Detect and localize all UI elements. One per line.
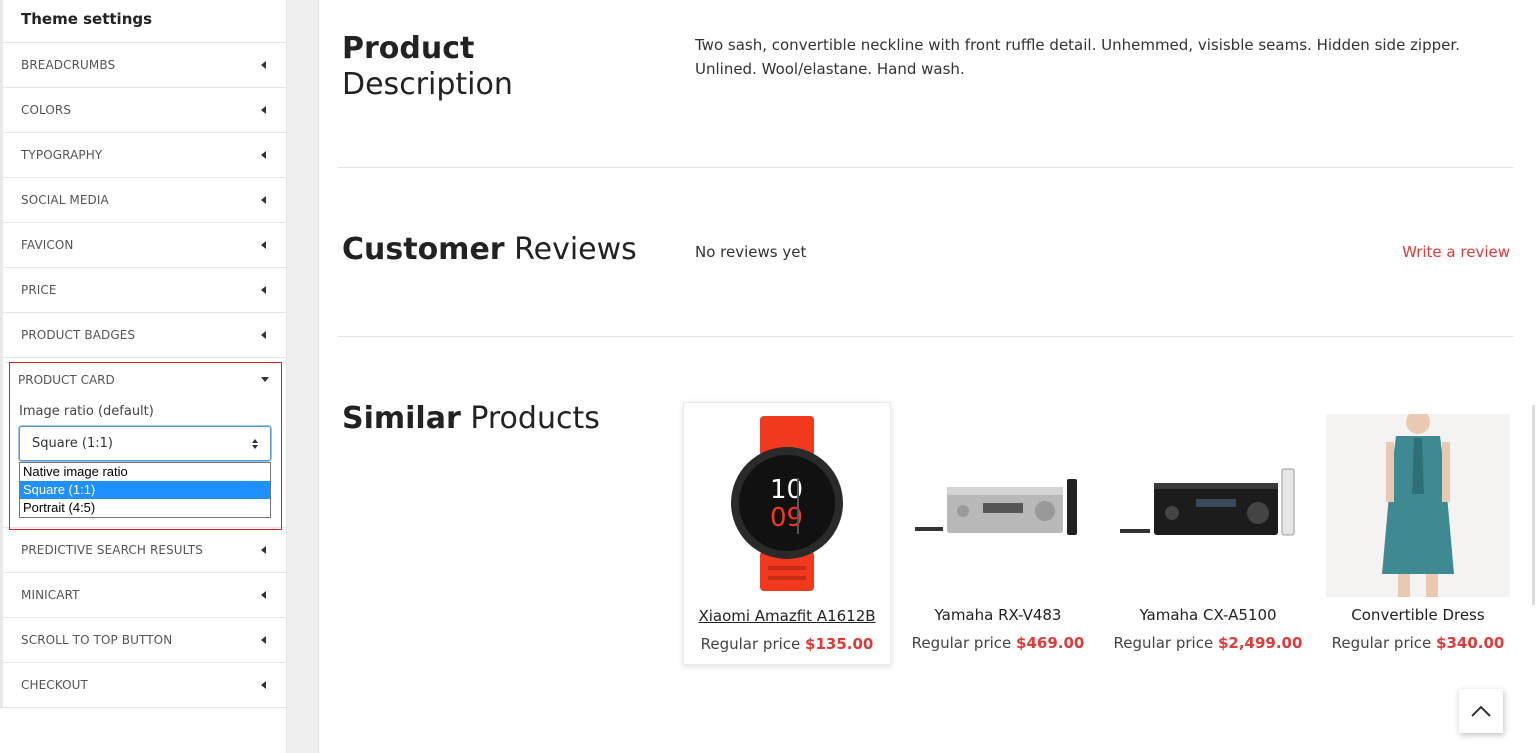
sidebar-item-label: MINICART bbox=[21, 588, 80, 602]
product-price: Regular price $469.00 bbox=[894, 634, 1102, 652]
dropdown-option-portrait[interactable]: Portrait (4:5) bbox=[20, 499, 270, 517]
dropdown-option-native[interactable]: Native image ratio bbox=[20, 463, 270, 481]
title-bold: Product bbox=[342, 31, 475, 66]
reviews-title: Customer Reviews bbox=[342, 232, 637, 268]
product-card-convertible-dress[interactable]: Convertible Dress Regular price $340.00 bbox=[1314, 402, 1522, 665]
sidebar-item-label: BREADCRUMBS bbox=[21, 58, 116, 72]
sidebar-item-label: SCROLL TO TOP BUTTON bbox=[21, 633, 173, 647]
image-ratio-dropdown: Native image ratio Square (1:1) Portrait… bbox=[19, 462, 271, 518]
product-name[interactable]: Yamaha CX-A5100 bbox=[1104, 606, 1312, 624]
select-value: Square (1:1) bbox=[32, 436, 113, 451]
no-reviews-text: No reviews yet bbox=[695, 243, 807, 261]
caret-left-icon bbox=[261, 286, 266, 294]
divider bbox=[338, 167, 1514, 168]
product-card-cx-a5100[interactable]: Yamaha CX-A5100 Regular price $2,499.00 bbox=[1104, 402, 1312, 665]
product-name[interactable]: Yamaha RX-V483 bbox=[894, 606, 1102, 624]
caret-left-icon bbox=[261, 331, 266, 339]
price-amount: $2,499.00 bbox=[1217, 634, 1303, 652]
price-amount: $135.00 bbox=[805, 635, 874, 653]
price-amount: $340.00 bbox=[1436, 634, 1505, 652]
sidebar-item-label: PRODUCT CARD bbox=[18, 372, 115, 387]
sidebar-item-favicon[interactable]: FAVICON bbox=[0, 223, 286, 268]
sidebar-item-minicart[interactable]: MINICART bbox=[0, 573, 286, 618]
product-description-text: Two sash, convertible neckline with fron… bbox=[695, 36, 1460, 78]
title-bold: Similar bbox=[342, 401, 461, 436]
sidebar-item-product-card[interactable]: PRODUCT CARD bbox=[3, 358, 286, 401]
similar-title: Similar Products bbox=[342, 401, 600, 437]
divider bbox=[338, 336, 1514, 337]
sidebar-item-typography[interactable]: TYPOGRAPHY bbox=[0, 133, 286, 178]
title-light: Description bbox=[342, 67, 513, 102]
caret-down-icon bbox=[261, 377, 269, 382]
caret-left-icon bbox=[261, 241, 266, 249]
caret-left-icon bbox=[261, 591, 266, 599]
sidebar-item-product-badges[interactable]: PRODUCT BADGES bbox=[0, 313, 286, 358]
smartwatch-image[interactable]: 10 09 bbox=[684, 413, 890, 593]
sidebar-item-label: PRODUCT BADGES bbox=[21, 328, 136, 342]
product-page-main: Product Description Two sash, convertibl… bbox=[320, 0, 1536, 753]
sidebar-item-label: TYPOGRAPHY bbox=[21, 148, 103, 162]
sidebar-item-predictive-search[interactable]: PREDICTIVE SEARCH RESULTS bbox=[0, 528, 286, 573]
sidebar-item-scroll-to-top[interactable]: SCROLL TO TOP BUTTON bbox=[0, 618, 286, 663]
product-price: Regular price $135.00 bbox=[684, 635, 890, 653]
write-review-link[interactable]: Write a review bbox=[1402, 243, 1510, 261]
caret-left-icon bbox=[261, 636, 266, 644]
dress-image[interactable] bbox=[1314, 414, 1522, 597]
av-preamp-image[interactable] bbox=[1104, 412, 1312, 592]
sidebar-item-label: SOCIAL MEDIA bbox=[21, 193, 109, 207]
product-name[interactable]: Convertible Dress bbox=[1314, 606, 1522, 624]
product-card-rx-v483[interactable]: Yamaha RX-V483 Regular price $469.00 bbox=[894, 402, 1102, 665]
sidebar-item-label: CHECKOUT bbox=[21, 678, 88, 692]
sidebar-item-social-media[interactable]: SOCIAL MEDIA bbox=[0, 178, 286, 223]
scroll-to-top-button[interactable] bbox=[1459, 689, 1503, 733]
description-title: Product Description bbox=[342, 31, 513, 103]
title-light: Reviews bbox=[514, 232, 637, 267]
av-receiver-image[interactable] bbox=[894, 412, 1102, 592]
sidebar-section-product-card: PRODUCT CARD Image ratio (default) Squar… bbox=[0, 358, 286, 530]
sidebar-gutter bbox=[287, 0, 319, 753]
sidebar-item-price[interactable]: PRICE bbox=[0, 268, 286, 313]
product-card-xiaomi[interactable]: 10 09 Xiaomi Amazfit A1612B Regular pric… bbox=[683, 402, 891, 665]
title-bold: Customer bbox=[342, 232, 505, 267]
chevron-up-icon bbox=[1471, 705, 1491, 717]
sidebar-item-label: FAVICON bbox=[21, 238, 74, 252]
sidebar-title: Theme settings bbox=[0, 0, 286, 43]
product-name[interactable]: Xiaomi Amazfit A1612B bbox=[684, 607, 890, 625]
sidebar-item-label: PREDICTIVE SEARCH RESULTS bbox=[21, 543, 203, 557]
price-amount: $469.00 bbox=[1016, 634, 1085, 652]
image-ratio-select[interactable]: Square (1:1) bbox=[19, 426, 271, 461]
caret-left-icon bbox=[261, 61, 266, 69]
sidebar-item-breadcrumbs[interactable]: BREADCRUMBS bbox=[0, 43, 286, 88]
caret-left-icon bbox=[261, 681, 266, 689]
theme-settings-sidebar: Theme settings BREADCRUMBS COLORS TYPOGR… bbox=[0, 0, 287, 753]
dropdown-option-square[interactable]: Square (1:1) bbox=[20, 481, 270, 499]
image-ratio-label: Image ratio (default) bbox=[19, 404, 154, 419]
price-label: Regular price bbox=[1113, 634, 1214, 652]
sidebar-item-label: PRICE bbox=[21, 283, 57, 297]
price-label: Regular price bbox=[700, 635, 801, 653]
price-label: Regular price bbox=[911, 634, 1012, 652]
product-price: Regular price $2,499.00 bbox=[1104, 634, 1312, 652]
caret-left-icon bbox=[261, 151, 266, 159]
product-price: Regular price $340.00 bbox=[1314, 634, 1522, 652]
scrollbar-track[interactable] bbox=[1532, 405, 1535, 605]
price-label: Regular price bbox=[1331, 634, 1432, 652]
sidebar-item-label: COLORS bbox=[21, 103, 72, 117]
caret-left-icon bbox=[261, 196, 266, 204]
select-updown-icon bbox=[252, 438, 258, 449]
title-light: Products bbox=[470, 401, 600, 436]
caret-left-icon bbox=[261, 546, 266, 554]
sidebar-item-colors[interactable]: COLORS bbox=[0, 88, 286, 133]
caret-left-icon bbox=[261, 106, 266, 114]
sidebar-item-checkout[interactable]: CHECKOUT bbox=[0, 663, 286, 708]
